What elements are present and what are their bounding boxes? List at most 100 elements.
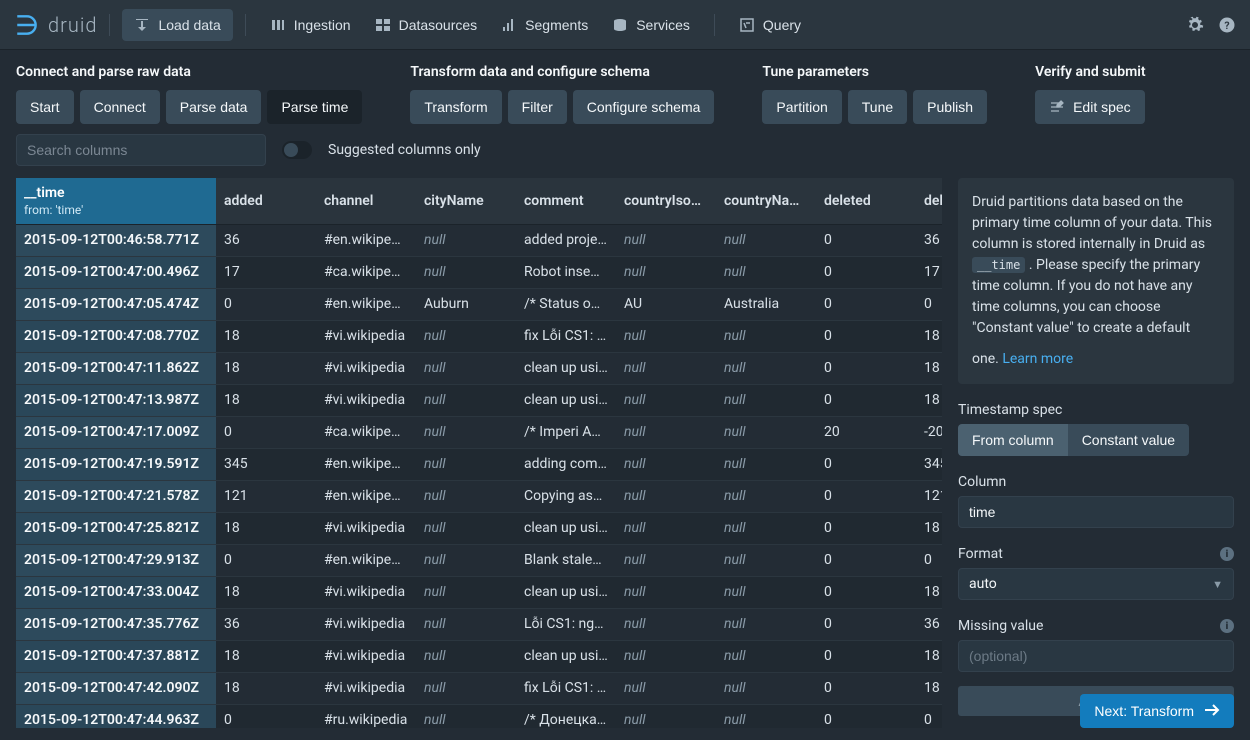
cell-countryiso: null — [616, 384, 716, 416]
column-header-cityname[interactable]: cityName — [416, 178, 516, 224]
column-header-comment[interactable]: comment — [516, 178, 616, 224]
stage-partition[interactable]: Partition — [762, 90, 841, 124]
stage-configure-schema[interactable]: Configure schema — [573, 90, 715, 124]
cell-channel: #vi.wikipedia — [316, 640, 416, 672]
cell-delta: 345 — [916, 448, 942, 480]
cell-deleted: 0 — [816, 544, 916, 576]
nav-ingestion[interactable]: Ingestion — [258, 9, 363, 41]
load-data-label: Load data — [158, 17, 220, 33]
cell-countryiso: AU — [616, 288, 716, 320]
table-row: 2015-09-12T00:47:00.496Z17#ca.wikipedian… — [16, 256, 942, 288]
cell-countryname: null — [716, 512, 816, 544]
cell-time: 2015-09-12T00:47:11.862Z — [16, 352, 216, 384]
cell-cityname: null — [416, 672, 516, 704]
cell-comment: /* Status o… — [516, 288, 616, 320]
stage-tune[interactable]: Tune — [848, 90, 907, 124]
cell-time: 2015-09-12T00:47:21.578Z — [16, 480, 216, 512]
preview-table: __time from: 'time' added channel cityNa… — [16, 178, 942, 728]
cell-cityname: null — [416, 320, 516, 352]
column-header-countryiso[interactable]: countryIsoCo… — [616, 178, 716, 224]
info-icon[interactable]: i — [1220, 619, 1234, 633]
cell-delta: 18 — [916, 576, 942, 608]
nav-datasources[interactable]: Datasources — [363, 9, 490, 41]
gear-icon[interactable] — [1186, 16, 1204, 34]
stage-parse-time[interactable]: Parse time — [267, 90, 362, 124]
stage-parse-data[interactable]: Parse data — [166, 90, 262, 124]
column-header-delta[interactable]: delt — [916, 178, 942, 224]
cell-countryiso: null — [616, 672, 716, 704]
column-header-deleted[interactable]: deleted — [816, 178, 916, 224]
help-icon[interactable]: ? — [1218, 16, 1236, 34]
column-header-countryname[interactable]: countryName — [716, 178, 816, 224]
cell-countryiso: null — [616, 256, 716, 288]
nav-services[interactable]: Services — [600, 9, 702, 41]
stage-transform[interactable]: Transform — [410, 90, 501, 124]
cell-time: 2015-09-12T00:46:58.771Z — [16, 224, 216, 256]
cell-deleted: 0 — [816, 320, 916, 352]
next-button[interactable]: Next: Transform — [1080, 694, 1234, 728]
cell-countryname: null — [716, 384, 816, 416]
cell-cityname: null — [416, 480, 516, 512]
cell-time: 2015-09-12T00:47:08.770Z — [16, 320, 216, 352]
stage-edit-spec[interactable]: Edit spec — [1035, 90, 1145, 124]
ts-constant-value-button[interactable]: Constant value — [1068, 424, 1189, 456]
cell-channel: #ca.wikipedia — [316, 416, 416, 448]
cell-time: 2015-09-12T00:47:00.496Z — [16, 256, 216, 288]
stage-group-connect: Connect and parse raw data Start Connect… — [16, 64, 362, 124]
cell-comment: clean up usin… — [516, 576, 616, 608]
load-data-button[interactable]: Load data — [122, 9, 232, 41]
brand-logo[interactable]: druid — [14, 12, 97, 38]
cell-countryname: null — [716, 704, 816, 728]
config-panel: Druid partitions data based on the prima… — [958, 178, 1234, 728]
stage-connect[interactable]: Connect — [80, 90, 160, 124]
cell-channel: #vi.wikipedia — [316, 320, 416, 352]
cell-countryname: Australia — [716, 288, 816, 320]
column-input[interactable] — [958, 496, 1234, 528]
nav-query[interactable]: Query — [727, 9, 813, 41]
nav-segments[interactable]: Segments — [489, 9, 600, 41]
stage-filter[interactable]: Filter — [508, 90, 567, 124]
cell-added: 18 — [216, 384, 316, 416]
wizard-stages: Connect and parse raw data Start Connect… — [0, 50, 1250, 134]
cell-comment: clean up usin… — [516, 640, 616, 672]
ts-from-column-button[interactable]: From column — [958, 424, 1068, 456]
more-icon[interactable] — [604, 265, 616, 279]
stage-start[interactable]: Start — [16, 90, 74, 124]
time-header-from: from: 'time' — [24, 203, 208, 217]
cell-added: 18 — [216, 352, 316, 384]
table-row: 2015-09-12T00:46:58.771Z36#en.wikipedian… — [16, 224, 942, 256]
learn-more-link[interactable]: Learn more — [1002, 349, 1073, 370]
cell-countryiso: null — [616, 224, 716, 256]
cell-comment: clean up usin… — [516, 384, 616, 416]
column-header-channel[interactable]: channel — [316, 178, 416, 224]
cell-added: 0 — [216, 704, 316, 728]
search-columns-input[interactable] — [16, 134, 266, 166]
cell-cityname: null — [416, 512, 516, 544]
cell-cityname: null — [416, 448, 516, 480]
cell-comment: fix Lỗi CS1: n… — [516, 672, 616, 704]
stage-group-label: Verify and submit — [1035, 64, 1146, 80]
cell-added: 0 — [216, 416, 316, 448]
table-row: 2015-09-12T00:47:35.776Z36#vi.wikipedian… — [16, 608, 942, 640]
nav-label: Segments — [525, 17, 588, 33]
table-row: 2015-09-12T00:47:05.474Z0#en.wikipediaAu… — [16, 288, 942, 320]
cell-added: 18 — [216, 320, 316, 352]
cell-cityname: null — [416, 352, 516, 384]
cell-added: 18 — [216, 640, 316, 672]
more-icon[interactable] — [604, 297, 616, 311]
missing-value-input[interactable] — [958, 640, 1234, 672]
cell-comment: adding comm… — [516, 448, 616, 480]
column-header-time[interactable]: __time from: 'time' — [16, 178, 216, 224]
missing-value-label: Missing value i — [958, 618, 1234, 634]
suggested-columns-toggle[interactable] — [282, 141, 312, 159]
column-header-added[interactable]: added — [216, 178, 316, 224]
cell-delta: 18 — [916, 320, 942, 352]
cell-cityname: null — [416, 544, 516, 576]
stage-publish[interactable]: Publish — [913, 90, 987, 124]
format-select[interactable]: auto ▼ — [958, 568, 1234, 600]
cell-added: 18 — [216, 512, 316, 544]
cell-channel: #en.wikipedia — [316, 544, 416, 576]
table-header-row: __time from: 'time' added channel cityNa… — [16, 178, 942, 224]
info-icon[interactable]: i — [1220, 547, 1234, 561]
more-icon[interactable] — [606, 553, 616, 567]
